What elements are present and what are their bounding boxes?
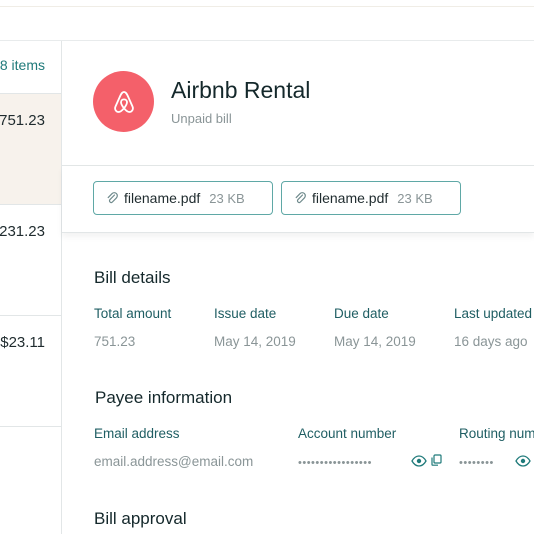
email-value: email.address@email.com xyxy=(94,454,254,469)
top-bar xyxy=(0,0,534,41)
list-item[interactable]: $23.11 xyxy=(0,316,61,427)
bill-header: Airbnb Rental Unpaid bill xyxy=(62,41,534,166)
routing-number-masked: •••••••• xyxy=(459,457,494,469)
airbnb-logo-icon xyxy=(93,71,154,132)
bill-approval-heading: Bill approval xyxy=(94,509,187,528)
issue-date-label: Issue date xyxy=(214,306,277,321)
total-amount-label: Total amount xyxy=(94,306,172,321)
issue-date-value: May 14, 2019 xyxy=(214,334,296,349)
attachment-size: 23 KB xyxy=(209,190,245,206)
list-header: 8 items xyxy=(0,41,61,94)
bill-details-heading: Bill details xyxy=(94,268,171,287)
paperclip-icon xyxy=(106,191,118,205)
top-divider xyxy=(0,6,534,7)
show-account-eye-icon[interactable] xyxy=(411,455,427,467)
list-item-amount: 751.23 xyxy=(0,112,45,129)
attachment-chip[interactable]: filename.pdf 23 KB xyxy=(93,181,273,215)
paperclip-icon xyxy=(294,191,306,205)
attachment-size: 23 KB xyxy=(397,190,433,206)
last-updated-value: 16 days ago xyxy=(454,334,528,349)
bills-list: 8 items 751.23 231.23 $23.11 xyxy=(0,41,62,534)
email-label: Email address xyxy=(94,426,180,441)
list-item[interactable]: 231.23 xyxy=(0,205,61,316)
due-date-label: Due date xyxy=(334,306,389,321)
account-number-label: Account number xyxy=(298,426,397,441)
list-item-amount: 231.23 xyxy=(0,223,45,240)
copy-account-icon[interactable] xyxy=(431,454,442,466)
payee-info-heading: Payee information xyxy=(95,388,233,407)
due-date-value: May 14, 2019 xyxy=(334,334,416,349)
attachment-filename: filename.pdf xyxy=(312,190,389,206)
list-item-amount: $23.11 xyxy=(0,334,45,351)
items-count-link[interactable]: 8 items xyxy=(0,57,45,73)
bill-detail-pane: Airbnb Rental Unpaid bill filename.pdf 2… xyxy=(62,41,534,534)
bill-status: Unpaid bill xyxy=(171,111,232,126)
show-routing-eye-icon[interactable] xyxy=(515,455,531,467)
attachment-filename: filename.pdf xyxy=(124,190,201,206)
list-item-selected[interactable]: 751.23 xyxy=(0,94,61,205)
account-number-masked: ••••••••••••••••• xyxy=(298,457,372,469)
total-amount-value: 751.23 xyxy=(94,334,136,349)
attachment-chip[interactable]: filename.pdf 23 KB xyxy=(281,181,461,215)
attachments-bar: filename.pdf 23 KB filename.pdf 23 KB xyxy=(62,166,534,233)
routing-number-label: Routing number xyxy=(459,426,534,441)
bill-title: Airbnb Rental xyxy=(171,77,311,103)
last-updated-label: Last updated xyxy=(454,306,533,321)
